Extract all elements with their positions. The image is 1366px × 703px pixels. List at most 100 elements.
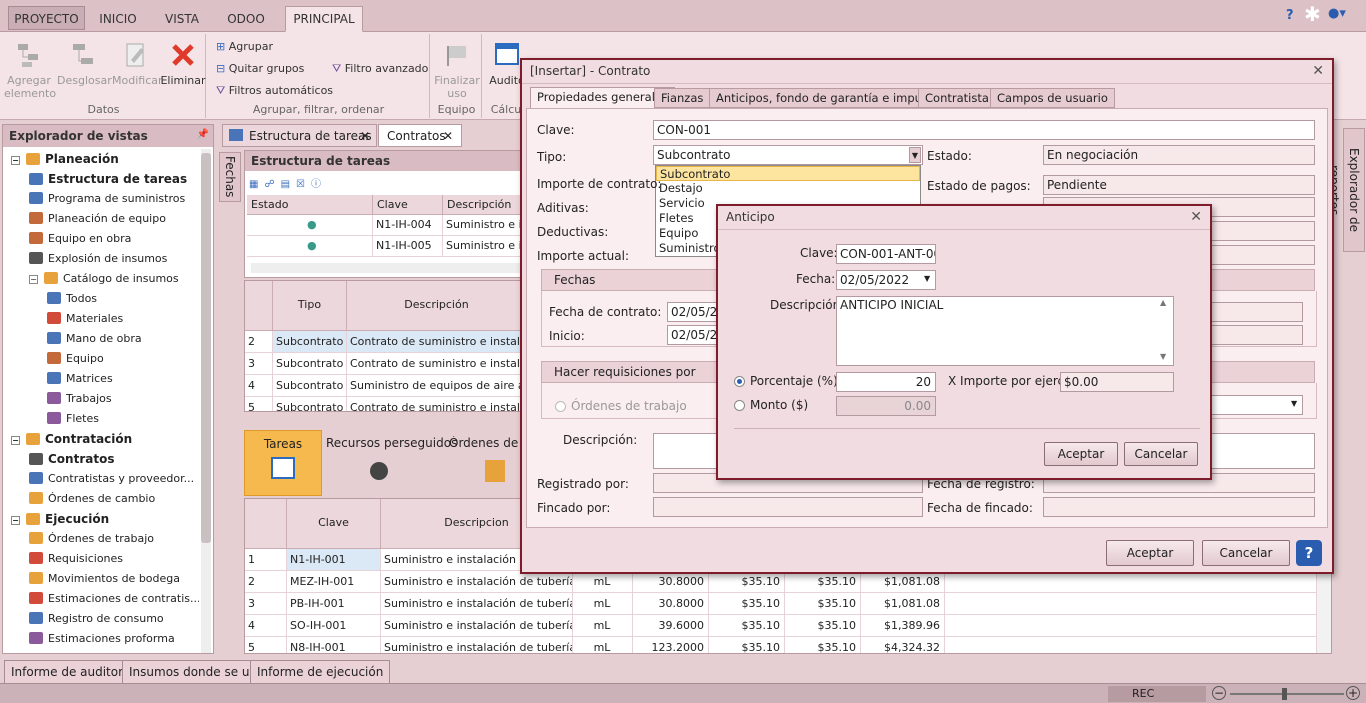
tab-principal[interactable]: PRINCIPAL xyxy=(285,6,363,32)
table-cell[interactable] xyxy=(945,615,1317,637)
sidebar-item[interactable]: Todos xyxy=(3,289,97,309)
tab-estructura-de-tareas[interactable]: Estructura de tareas ✕ xyxy=(222,124,377,147)
tab-explorador-reportes[interactable]: Explorador de reportes xyxy=(1327,128,1365,252)
importe-field[interactable]: $0.00 xyxy=(1060,372,1174,392)
table-cell[interactable]: mL xyxy=(573,615,633,637)
ordenes-trabajo-radio[interactable] xyxy=(555,401,566,412)
finalizar-uso-button[interactable]: Finalizar uso xyxy=(434,38,480,100)
sidebar-item[interactable]: Estructura de tareas xyxy=(3,169,187,189)
table-cell[interactable]: Contrato de suministro e instalación xyxy=(347,397,525,411)
field-right[interactable] xyxy=(1207,302,1303,322)
table-cell[interactable]: mL xyxy=(573,593,633,615)
tipo-select[interactable]: Subcontrato xyxy=(653,145,923,165)
table-cell[interactable]: Suministro e instalación de tubería hi..… xyxy=(381,571,573,593)
zoom-out-icon[interactable]: − xyxy=(1212,686,1226,700)
tab-inicio[interactable]: INICIO xyxy=(88,6,148,30)
sidebar-item[interactable]: Órdenes de cambio xyxy=(3,489,155,509)
col-descripcion[interactable]: Descripción xyxy=(443,195,525,215)
sidebar-item[interactable]: − Contratación xyxy=(3,429,132,449)
table-cell[interactable]: mL xyxy=(573,637,633,653)
agregar-elemento-button[interactable]: Agregar elemento xyxy=(4,38,56,100)
table-cell[interactable]: 4 xyxy=(245,375,273,397)
tab-fianzas[interactable]: Fianzas xyxy=(654,88,711,108)
table-cell[interactable]: 3 xyxy=(245,593,287,615)
col-estado[interactable]: Estado xyxy=(247,195,373,215)
fecha-field[interactable]: 02/05/2022 xyxy=(836,270,936,290)
chevron-down-icon[interactable]: ▼ xyxy=(909,147,921,163)
monto-radio[interactable] xyxy=(734,400,745,411)
porcentaje-radio[interactable] xyxy=(734,376,745,387)
table-cell[interactable]: 30.8000 xyxy=(633,571,709,593)
table-cell[interactable]: Suministro de equipos de aire acondi xyxy=(347,375,525,397)
tab-campos-de-usuario[interactable]: Campos de usuario xyxy=(990,88,1115,108)
table-cell[interactable]: $1,081.08 xyxy=(861,593,945,615)
filtros-automaticos-button[interactable]: ⛛ Filtros automáticos xyxy=(216,84,333,98)
table-cell[interactable]: 4 xyxy=(245,615,287,637)
option-subcontrato[interactable]: Subcontrato xyxy=(656,166,920,181)
sidebar-item[interactable]: Explosión de insumos xyxy=(3,249,167,269)
close-icon[interactable]: ✕ xyxy=(1312,63,1324,79)
sidebar-item[interactable]: Requisiciones xyxy=(3,549,123,569)
table-cell[interactable]: MEZ-IH-001 xyxy=(287,571,381,593)
table-cell[interactable]: Suministro e instalación de tubería hi..… xyxy=(381,615,573,637)
quitar-grupos-button[interactable]: ⊟ Quitar grupos xyxy=(216,62,304,75)
agrupar-button[interactable]: ⊞ Agrupar xyxy=(216,40,273,53)
scrollbar[interactable] xyxy=(251,263,521,273)
porcentaje-field[interactable]: 20 xyxy=(836,372,936,392)
close-icon[interactable]: ✕ xyxy=(360,125,370,147)
option-destajo[interactable]: Destajo xyxy=(656,181,920,196)
chevron-down-icon[interactable]: ▼ xyxy=(1291,399,1297,408)
table-cell[interactable]: Subcontrato xyxy=(273,375,347,397)
sidebar-item[interactable]: Fletes xyxy=(3,409,99,429)
tab-informe-ejecucion[interactable]: Informe de ejecución xyxy=(250,660,391,684)
tab-recursos-perseguidos[interactable]: Recursos perseguidos xyxy=(326,436,457,480)
table-cell[interactable]: N1-IH-005 xyxy=(373,236,443,257)
zoom-slider-thumb[interactable] xyxy=(1282,688,1287,700)
cancelar-button[interactable]: Cancelar xyxy=(1202,540,1290,566)
clave-field[interactable]: CON-001 xyxy=(653,120,1315,140)
monto-field[interactable]: 0.00 xyxy=(836,396,936,416)
table-cell[interactable]: $35.10 xyxy=(709,615,785,637)
tab-fechas[interactable]: Fechas xyxy=(219,152,241,202)
eliminar-button[interactable]: Eliminar xyxy=(160,38,206,87)
table-cell[interactable]: Contrato de suministro e instalación xyxy=(347,353,525,375)
tab-ordenes-de-cambio[interactable]: Órdenes de c xyxy=(449,436,523,482)
zoom-in-icon[interactable]: + xyxy=(1346,686,1360,700)
chevron-down-icon[interactable]: ▼ xyxy=(924,274,930,283)
table-cell[interactable]: $35.10 xyxy=(785,593,861,615)
collapse-icon[interactable]: − xyxy=(11,156,20,165)
sidebar-item[interactable]: Materiales xyxy=(3,309,123,329)
sidebar-item[interactable]: Planeación de equipo xyxy=(3,209,166,229)
close-icon[interactable]: ✕ xyxy=(1190,209,1202,225)
sidebar-item[interactable]: Contratistas y proveedor... xyxy=(3,469,194,489)
table-cell[interactable]: PB-IH-001 xyxy=(287,593,381,615)
estado-pagos-field[interactable]: Pendiente xyxy=(1043,175,1315,195)
table-cell[interactable]: $35.10 xyxy=(785,571,861,593)
table-cell[interactable]: 39.6000 xyxy=(633,615,709,637)
table-cell[interactable]: 123.2000 xyxy=(633,637,709,653)
sidebar-item[interactable]: Mano de obra xyxy=(3,329,142,349)
sidebar-item[interactable]: − Ejecución xyxy=(3,509,109,529)
user-icon[interactable]: ●▾ xyxy=(1328,6,1346,21)
table-cell[interactable] xyxy=(945,593,1317,615)
table-cell[interactable]: 2 xyxy=(245,571,287,593)
table-cell[interactable]: N1-IH-001 xyxy=(287,549,381,571)
fecha-fincado-field[interactable] xyxy=(1043,497,1315,517)
collapse-icon[interactable]: − xyxy=(11,516,20,525)
table-cell[interactable]: $1,389.96 xyxy=(861,615,945,637)
table-cell[interactable]: $35.10 xyxy=(709,571,785,593)
sidebar-item[interactable]: Contratos xyxy=(3,449,114,469)
col-clave[interactable]: Clave xyxy=(373,195,443,215)
table-cell[interactable] xyxy=(945,571,1317,593)
col-tipo[interactable]: Tipo xyxy=(273,281,347,331)
table-cell[interactable]: 1 xyxy=(245,549,287,571)
collapse-icon[interactable]: − xyxy=(11,436,20,445)
table-cell[interactable]: 3 xyxy=(245,353,273,375)
sidebar-item[interactable]: Estimaciones proforma xyxy=(3,629,175,649)
desglosar-button[interactable]: Desglosar xyxy=(57,38,112,87)
table-cell[interactable]: 2 xyxy=(245,331,273,353)
tab-odoo[interactable]: ODOO xyxy=(216,6,276,30)
field-right[interactable] xyxy=(1207,325,1303,345)
table-cell[interactable]: Suministro e instalación de tubería hi..… xyxy=(381,593,573,615)
table-cell[interactable] xyxy=(945,637,1317,653)
